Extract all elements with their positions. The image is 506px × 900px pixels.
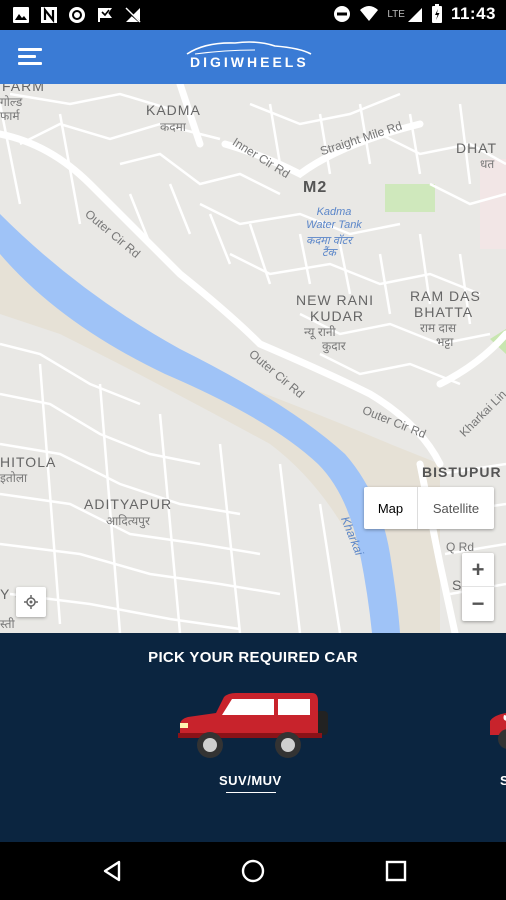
my-location-button[interactable] [16, 587, 46, 617]
map-label-s: S [452, 577, 463, 593]
car-option-sedan[interactable]: S [486, 691, 506, 791]
map-label-kudar-hi: कुदार [322, 339, 346, 353]
map-label-hitola-hi: इतोला [0, 471, 28, 485]
car-option-suv[interactable]: SUV/MUV [176, 691, 330, 793]
car-option-suv-label: SUV/MUV [219, 773, 282, 788]
network-type-label: LTE [387, 8, 405, 20]
car-picker-panel: PICK YOUR REQUIRED CAR SUV/MUV S [0, 633, 506, 842]
map-label-farm-hi2: फार्म [0, 109, 20, 123]
zoom-out-button[interactable]: − [462, 587, 494, 621]
map-label-adityapur-hi: आदित्यपुर [106, 514, 150, 528]
zoom-controls: + − [462, 553, 494, 621]
map-label-bhatta-hi: भट्टा [436, 335, 454, 349]
status-bar-left [12, 6, 142, 24]
brand-logo: DIGIWHEELS [185, 38, 315, 78]
back-triangle-icon[interactable] [97, 856, 127, 886]
map-label-kadma: KADMA [146, 102, 201, 118]
dnd-icon [334, 6, 351, 22]
map-label-adityapur: ADITYAPUR [84, 496, 173, 512]
suv-car-icon [178, 693, 328, 758]
location-target-icon [24, 595, 38, 609]
map-label-dhat: DHAT [456, 140, 498, 156]
map-type-satellite-button[interactable]: Satellite [418, 487, 494, 529]
car-picker-title: PICK YOUR REQUIRED CAR [148, 649, 358, 666]
flag-icon [98, 8, 112, 22]
brand-name: DIGIWHEELS [190, 54, 309, 70]
wifi-icon [360, 6, 379, 21]
sedan-car-icon [490, 713, 506, 749]
map-type-toggle: Map Satellite [364, 487, 494, 529]
map-label-dhat-hi: धत [480, 157, 495, 171]
selected-car-underline [226, 792, 276, 793]
map-label-hitola: HITOLA [0, 454, 57, 470]
shield-icon [69, 7, 85, 23]
signal-off-icon [124, 7, 142, 24]
clock-time: 11:43 [450, 4, 496, 23]
hamburger-menu-icon[interactable] [18, 45, 46, 69]
system-nav-bar [0, 842, 506, 900]
map-label-kadma-hi: कदमा [160, 120, 186, 134]
map-label-basti-hi: स्ती [0, 617, 15, 631]
n-icon [41, 6, 57, 24]
map-label-ram-das: RAM DAS [410, 288, 481, 304]
status-bar: LTE 11:43 [0, 0, 506, 30]
map-label-bistupur: BISTUPUR [422, 464, 502, 480]
map-label-new-rani: NEW RANI [296, 292, 374, 308]
image-icon [13, 7, 29, 23]
battery-icon [431, 4, 442, 23]
cell-signal-icon [407, 8, 422, 22]
zoom-in-button[interactable]: + [462, 553, 494, 587]
map-label-farm: FARM [2, 84, 45, 94]
map-label-water-tank: Kadma Water Tank [306, 206, 362, 231]
map-view[interactable]: KADMA कदमा FARM गोल्ड फार्म Inner Cir Rd… [0, 84, 506, 633]
map-label-kudar: KUDAR [310, 308, 365, 324]
car-option-sedan-label: S [500, 773, 506, 788]
recents-square-icon[interactable] [381, 856, 411, 886]
home-circle-icon[interactable] [238, 856, 268, 886]
map-label-m2: M2 [303, 179, 328, 196]
status-bar-right: LTE 11:43 [333, 4, 496, 24]
map-type-map-button[interactable]: Map [364, 487, 418, 529]
app-bar: DIGIWHEELS [0, 30, 506, 84]
map-label-bhatta: BHATTA [414, 304, 474, 320]
map-label-water-tank-hi2: टैंक [322, 247, 336, 259]
